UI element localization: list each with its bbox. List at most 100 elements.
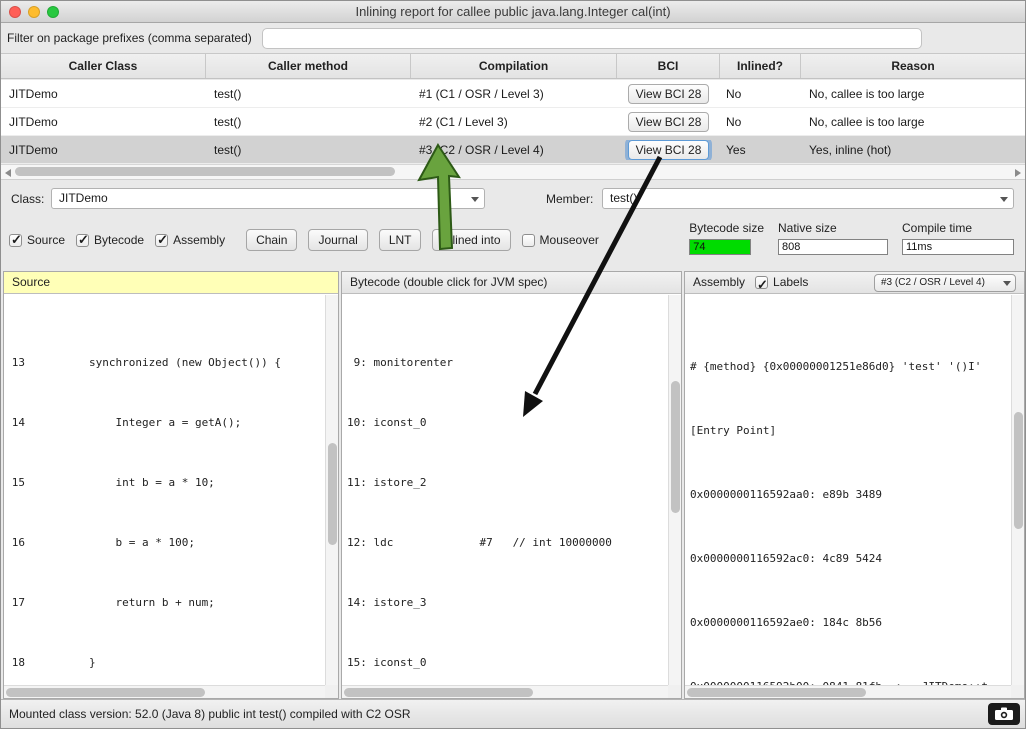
chevron-down-icon: [1003, 281, 1011, 286]
bytecode-panel: Bytecode (double click for JVM spec) 9: …: [341, 271, 682, 699]
bytecode-line[interactable]: 14: istore_3: [342, 595, 668, 610]
view-bci-button[interactable]: View BCI 28: [628, 112, 710, 132]
column-header[interactable]: Inlined?: [720, 54, 801, 78]
cell-caller-class: JITDemo: [1, 115, 206, 129]
minimize-button[interactable]: [28, 6, 40, 18]
scrollbar-thumb[interactable]: [6, 688, 205, 697]
scrollbar-corner: [668, 685, 681, 698]
table-row[interactable]: JITDemo test() #3 (C2 / OSR / Level 4) V…: [1, 136, 1025, 164]
cell-bci: View BCI 28: [617, 140, 720, 160]
camera-icon[interactable]: [988, 703, 1020, 725]
compilation-select[interactable]: #3 (C2 / OSR / Level 4): [874, 274, 1016, 292]
view-bci-button[interactable]: View BCI 28: [628, 140, 710, 160]
cell-compilation: #3 (C2 / OSR / Level 4): [411, 143, 617, 157]
source-line: 17 return b + num;: [4, 595, 325, 610]
status-text: Mounted class version: 52.0 (Java 8) pub…: [9, 707, 411, 721]
source-checkbox-label: Source: [27, 233, 65, 247]
cell-compilation: #1 (C1 / OSR / Level 3): [411, 87, 617, 101]
cell-caller-class: JITDemo: [1, 143, 206, 157]
column-header[interactable]: Caller method: [206, 54, 411, 78]
scroll-left-icon[interactable]: [5, 169, 11, 177]
compile-time-stat: Compile time 11ms: [902, 221, 1014, 255]
source-line: 18 }: [4, 655, 325, 670]
bytecode-line[interactable]: 10: iconst_0: [342, 415, 668, 430]
cell-bci: View BCI 28: [617, 84, 720, 104]
table-horizontal-scrollbar[interactable]: [1, 164, 1025, 180]
mouseover-checkbox[interactable]: Mouseover: [522, 233, 599, 247]
column-header[interactable]: BCI: [617, 54, 720, 78]
source-panel-title: Source: [12, 272, 50, 293]
bytecode-size-value: 74: [689, 239, 751, 255]
scrollbar-thumb[interactable]: [344, 688, 533, 697]
bytecode-line[interactable]: 9: monitorenter: [342, 355, 668, 370]
cell-inlined: Yes: [720, 143, 801, 157]
assembly-panel-title: Assembly: [693, 272, 745, 293]
bytecode-line[interactable]: 15: iconst_0: [342, 655, 668, 670]
selector-bar: Class: JITDemo Member: test(): [1, 184, 1025, 215]
source-checkbox[interactable]: Source: [9, 233, 65, 247]
checkbox-checked-icon: [155, 234, 168, 247]
assembly-panel-header: Assembly Labels #3 (C2 / OSR / Level 4): [685, 272, 1024, 294]
inlining-table-header: Caller ClassCaller methodCompilationBCII…: [1, 53, 1025, 79]
chevron-down-icon: [471, 197, 479, 202]
member-combobox[interactable]: test(): [602, 188, 1014, 209]
column-header[interactable]: Compilation: [411, 54, 617, 78]
assembly-horizontal-scrollbar[interactable]: [685, 685, 1011, 698]
bytecode-line[interactable]: 12: ldc #7 // int 10000000: [342, 535, 668, 550]
view-bci-button[interactable]: View BCI 28: [628, 84, 710, 104]
labels-checkbox[interactable]: Labels: [755, 272, 808, 293]
assembly-vertical-scrollbar[interactable]: [1011, 295, 1024, 685]
labels-checkbox-label: Labels: [773, 272, 808, 293]
cell-reason: Yes, inline (hot): [801, 143, 1025, 157]
inlined-into-button[interactable]: Inlined into: [432, 229, 510, 251]
journal-button[interactable]: Journal: [308, 229, 367, 251]
source-line: 13 synchronized (new Object()) {: [4, 355, 325, 370]
bytecode-line[interactable]: 11: istore_2: [342, 475, 668, 490]
assembly-line: [Entry Point]: [685, 423, 1011, 439]
scrollbar-thumb[interactable]: [687, 688, 866, 697]
bytecode-checkbox[interactable]: Bytecode: [76, 233, 144, 247]
source-horizontal-scrollbar[interactable]: [4, 685, 325, 698]
filter-input[interactable]: [262, 28, 922, 49]
table-row[interactable]: JITDemo test() #1 (C1 / OSR / Level 3) V…: [1, 80, 1025, 108]
scrollbar-thumb[interactable]: [328, 443, 337, 544]
column-header[interactable]: Reason: [801, 54, 1025, 78]
bytecode-vertical-scrollbar[interactable]: [668, 295, 681, 685]
bytecode-panel-header: Bytecode (double click for JVM spec): [342, 272, 681, 294]
cell-compilation: #2 (C1 / Level 3): [411, 115, 617, 129]
scrollbar-thumb[interactable]: [671, 381, 680, 514]
cell-inlined: No: [720, 115, 801, 129]
checkbox-checked-icon: [76, 234, 89, 247]
close-button[interactable]: [9, 6, 21, 18]
cell-caller-method: test(): [206, 115, 411, 129]
table-row[interactable]: JITDemo test() #2 (C1 / Level 3) View BC…: [1, 108, 1025, 136]
chevron-down-icon: [1000, 197, 1008, 202]
bytecode-code: 9: monitorenter 10: iconst_0 11: istore_…: [342, 295, 668, 685]
chain-button[interactable]: Chain: [246, 229, 297, 251]
scroll-right-icon[interactable]: [1015, 169, 1021, 177]
scrollbar-thumb[interactable]: [15, 167, 395, 176]
native-size-label: Native size: [778, 221, 888, 235]
native-size-stat: Native size 808: [778, 221, 888, 255]
column-header[interactable]: Caller Class: [1, 54, 206, 78]
window-title: Inlining report for callee public java.l…: [1, 1, 1025, 22]
maximize-button[interactable]: [47, 6, 59, 18]
source-line: 15 int b = a * 10;: [4, 475, 325, 490]
lnt-button[interactable]: LNT: [379, 229, 422, 251]
compile-time-label: Compile time: [902, 221, 1014, 235]
class-combobox[interactable]: JITDemo: [51, 188, 485, 209]
mouseover-checkbox-label: Mouseover: [540, 233, 599, 247]
bytecode-size-label: Bytecode size: [689, 221, 764, 235]
member-label: Member:: [546, 192, 593, 206]
assembly-line: # {method} {0x00000001251e86d0} 'test' '…: [685, 359, 1011, 375]
bytecode-horizontal-scrollbar[interactable]: [342, 685, 668, 698]
source-line: 16 b = a * 100;: [4, 535, 325, 550]
cell-caller-method: test(): [206, 143, 411, 157]
cell-caller-method: test(): [206, 87, 411, 101]
compile-time-value: 11ms: [902, 239, 1014, 255]
bytecode-size-stat: Bytecode size 74: [689, 221, 764, 255]
scrollbar-thumb[interactable]: [1014, 412, 1023, 529]
assembly-checkbox[interactable]: Assembly: [155, 233, 225, 247]
assembly-line: 0x0000000116592aa0: e89b 3489: [685, 487, 1011, 503]
source-vertical-scrollbar[interactable]: [325, 295, 338, 685]
